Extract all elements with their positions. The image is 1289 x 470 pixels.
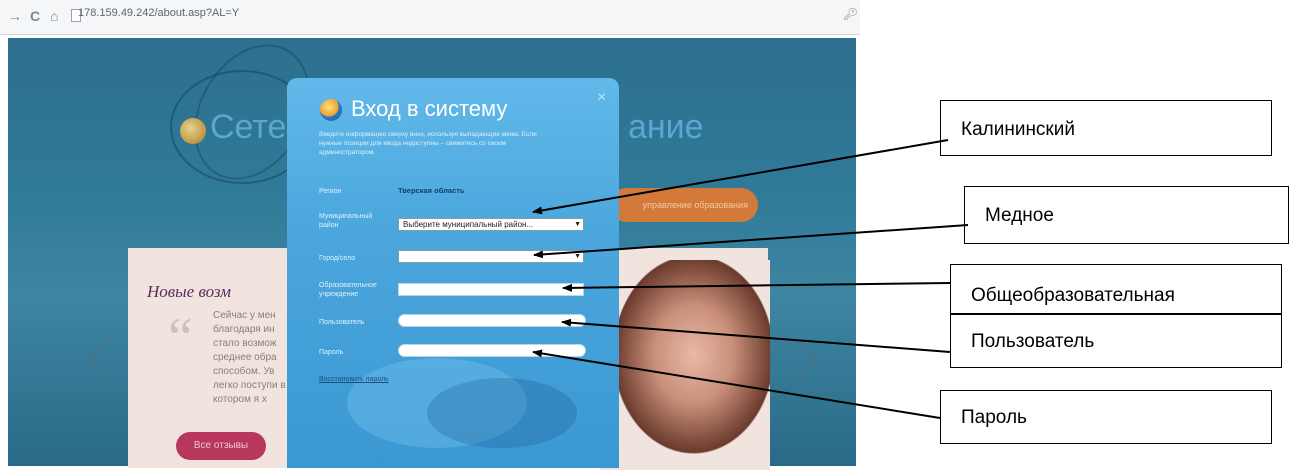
arrow-line (532, 349, 941, 419)
arrow-line (533, 224, 969, 259)
arrow-line (562, 282, 951, 292)
arrow-line (561, 318, 951, 353)
arrow-line (532, 139, 949, 215)
callout-arrows (532, 139, 969, 419)
